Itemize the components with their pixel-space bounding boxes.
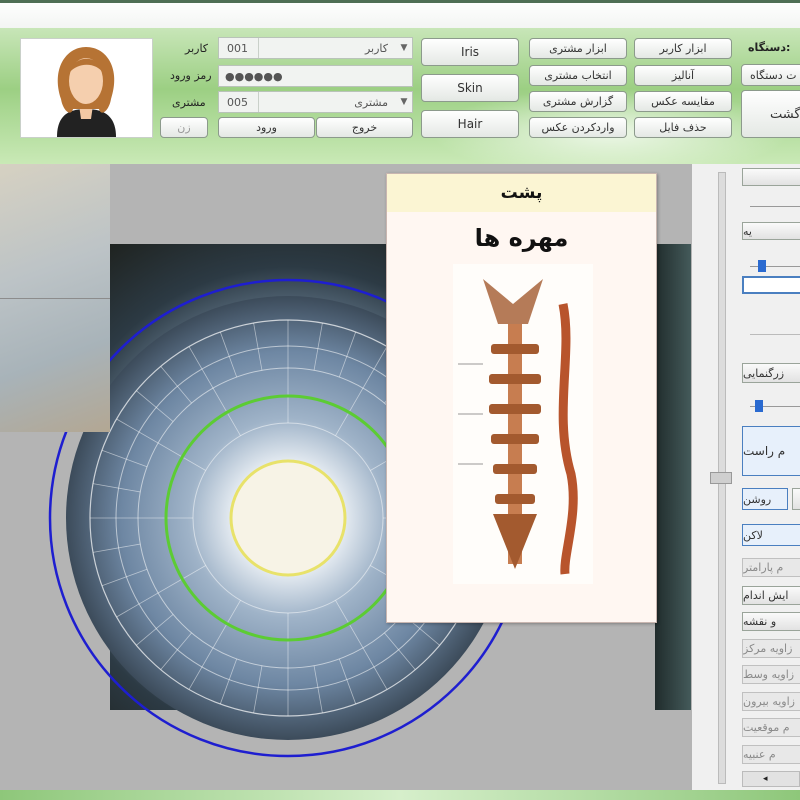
avatar [20,38,153,138]
angle-middle-button[interactable]: زاویه وسط [742,665,800,684]
customer-report-button[interactable]: گزارش مشتری [529,91,627,112]
slider-2-thumb[interactable] [755,400,763,412]
slider-track-3[interactable] [750,334,800,335]
popup-title: پشت [387,174,656,212]
mode-iris-button[interactable]: Iris [421,38,519,66]
position-button[interactable]: م موقعیت [742,718,800,737]
map-button[interactable]: و نقشه [742,612,800,631]
pupil-ring[interactable] [229,459,347,577]
gender-button[interactable]: زن [160,117,208,138]
password-field[interactable]: ●●●●●● [218,65,413,87]
customer-code: 005 [219,92,259,112]
sidebar-top-button[interactable] [742,168,800,186]
iris-button[interactable]: یه [742,222,800,240]
chevron-down-icon: ▼ [400,43,408,53]
user-code: 001 [219,38,259,58]
slider-1-thumb[interactable] [758,260,766,272]
mode-skin-button[interactable]: Skin [421,74,519,102]
bright-button[interactable]: روشن [742,488,788,510]
popup-subtitle: مهره ها [474,224,569,252]
organ-popup: پشت مهره ها [386,173,657,623]
angle-outer-button[interactable]: زاویه بیرون [742,692,800,711]
user-tools-button[interactable]: ابزار کاربر [634,38,732,59]
user-select[interactable]: 001 کاربر ▼ [218,37,413,59]
select-customer-button[interactable]: انتخاب مشتری [529,65,627,86]
device-label: :دستگاه [748,41,791,54]
scroll-left-arrow-icon[interactable]: ◂ [742,771,800,787]
right-eye-button[interactable]: م راست [742,426,800,476]
angle-center-button[interactable]: زاویه مرکز [742,639,800,658]
login-button[interactable]: ورود [218,117,315,138]
analysis-button[interactable]: آنالیز [634,65,732,86]
title-strip [0,0,800,28]
vertical-slider-thumb[interactable] [710,472,732,484]
user-name: کاربر [364,41,388,55]
customer-label: مشتری [172,96,206,109]
user-avatar-icon [57,47,116,137]
zoom-button[interactable]: زرگنمایی [742,363,800,383]
mode-hair-button[interactable]: Hair [421,110,519,138]
slider-track-1[interactable] [750,206,800,207]
back-button[interactable]: گشت [741,90,800,138]
dark-button[interactable] [792,488,800,510]
thumbnail-divider [0,298,110,299]
password-label: رمز ورود [170,69,212,82]
import-photo-button[interactable]: واردکردن عکس [529,117,627,138]
thumbnail-panel [0,164,110,432]
title-strip-line [0,0,800,3]
chevron-down-icon: ▼ [400,97,408,107]
iris-settings-button[interactable]: م عنبیه [742,745,800,764]
device-settings-button[interactable]: ت دستگاه [741,64,800,86]
compare-photo-button[interactable]: مقایسه عکس [634,91,732,112]
delete-file-button[interactable]: حذف فایل [634,117,732,138]
user-label: کاربر [185,42,209,55]
bottom-status-strip [0,790,800,800]
customer-name: مشتری [354,95,388,109]
parameters-button[interactable]: م پارامتر [742,558,800,577]
spine-illustration-icon [453,264,593,584]
lacuna-button[interactable]: لاکن [742,524,800,546]
exit-button[interactable]: خروج [316,117,413,138]
show-organs-button[interactable]: ایش اندام [742,586,800,605]
customer-tools-button[interactable]: ابزار مشتری [529,38,627,59]
customer-select[interactable]: 005 مشتری ▼ [218,91,413,113]
sidebar-value-box[interactable] [742,276,800,294]
